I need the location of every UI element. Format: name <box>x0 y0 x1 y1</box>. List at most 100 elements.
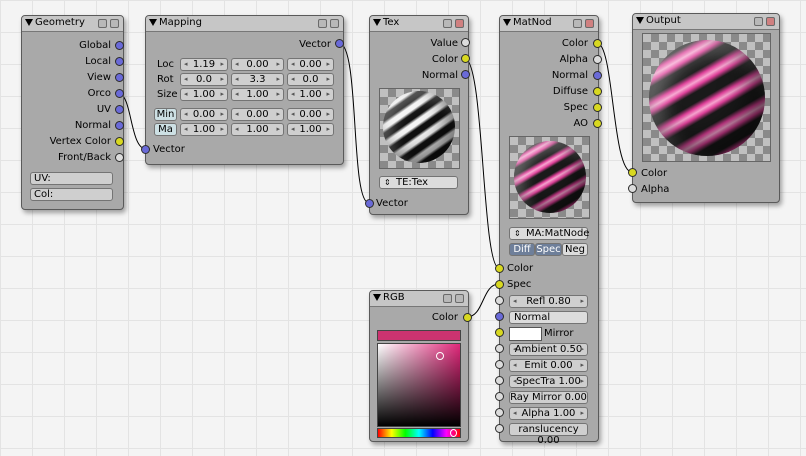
mat-diffuse-socket[interactable] <box>593 87 602 96</box>
preview-toggle-icon[interactable] <box>443 19 452 28</box>
min-toggle-button[interactable]: Min <box>154 108 177 121</box>
close-icon[interactable] <box>455 19 464 28</box>
tex-header[interactable]: Tex <box>370 16 468 32</box>
min-y-field[interactable]: ◂ 0.00 ▸ <box>231 108 284 121</box>
emit-field[interactable]: ◂ Emit 0.00 ▸ <box>509 359 588 372</box>
mirror-color-swatch[interactable] <box>509 327 542 341</box>
ambient-field[interactable]: ◂ Ambient 0.50 ▸ <box>509 343 588 356</box>
color-picker-cursor-icon[interactable] <box>436 352 444 360</box>
hide-icon[interactable] <box>330 19 339 28</box>
size-z-field[interactable]: ◂ 1.00 ▸ <box>287 88 334 101</box>
loc-x-field[interactable]: ◂ 1.19 ▸ <box>180 58 228 71</box>
tex-value-socket[interactable] <box>461 38 470 47</box>
mat-spec-socket[interactable] <box>593 103 602 112</box>
geometry-normal-socket[interactable] <box>115 121 124 130</box>
preview-toggle-icon[interactable] <box>318 19 327 28</box>
tex-normal-socket[interactable] <box>461 70 470 79</box>
neg-toggle[interactable]: Neg <box>562 243 588 256</box>
hide-icon[interactable] <box>455 294 464 303</box>
size-y-field[interactable]: ◂ 1.00 ▸ <box>231 88 284 101</box>
collapse-icon[interactable] <box>373 294 381 301</box>
mat-translucency-socket[interactable] <box>495 424 504 433</box>
collapse-icon[interactable] <box>636 17 644 24</box>
rot-z-field[interactable]: ◂ 0.0 ▸ <box>287 73 334 86</box>
mat-alpha-socket[interactable] <box>593 55 602 64</box>
mat-refl-socket[interactable] <box>495 296 504 305</box>
tex-node[interactable]: Tex Value Color Normal ⇕ TE:Tex Vector <box>369 15 469 215</box>
hide-icon[interactable] <box>110 19 119 28</box>
ray-mirror-field[interactable]: Ray Mirror 0.00 <box>509 391 588 404</box>
output-alpha-socket[interactable] <box>628 184 637 193</box>
geometry-orco-socket[interactable] <box>115 89 124 98</box>
preview-toggle-icon[interactable] <box>443 294 452 303</box>
min-x-field[interactable]: ◂ 0.00 ▸ <box>180 108 228 121</box>
close-icon[interactable] <box>585 19 594 28</box>
geometry-uv-socket[interactable] <box>115 105 124 114</box>
matnode-header[interactable]: MatNod <box>500 16 598 32</box>
collapse-icon[interactable] <box>503 19 511 26</box>
max-y-field[interactable]: ◂ 1.00 ▸ <box>231 123 284 136</box>
spectra-field[interactable]: ◂ SpecTra 1.00 ▸ <box>509 375 588 388</box>
spec-toggle[interactable]: Spec <box>535 243 562 256</box>
geometry-view-socket[interactable] <box>115 73 124 82</box>
output-header[interactable]: Output <box>633 14 779 30</box>
geometry-front-back-socket[interactable] <box>115 153 124 162</box>
max-x-field[interactable]: ◂ 1.00 ▸ <box>180 123 228 136</box>
max-toggle-button[interactable]: Ma <box>154 123 177 136</box>
mat-spec-input-socket[interactable] <box>495 280 504 289</box>
rgb-color-swatch[interactable] <box>377 330 461 341</box>
uv-layer-field[interactable]: UV: <box>30 172 113 185</box>
mapping-header[interactable]: Mapping <box>146 16 343 32</box>
collapse-icon[interactable] <box>373 19 381 26</box>
geometry-global-socket[interactable] <box>115 41 124 50</box>
size-x-field[interactable]: ◂ 1.00 ▸ <box>180 88 228 101</box>
mat-color-socket[interactable] <box>593 39 602 48</box>
mat-ambient-socket[interactable] <box>495 344 504 353</box>
alpha-field[interactable]: ◂ Alpha 1.00 ▸ <box>509 407 588 420</box>
geometry-node[interactable]: Geometry Global Local View Orco UV Norma… <box>21 15 124 210</box>
mat-alpha-input-socket[interactable] <box>495 408 504 417</box>
loc-y-field[interactable]: ◂ 0.00 ▸ <box>231 58 284 71</box>
rot-y-field[interactable]: ◂ 3.3 ▸ <box>231 73 284 86</box>
output-color-socket[interactable] <box>628 168 637 177</box>
loc-z-field[interactable]: ◂ 0.00 ▸ <box>287 58 334 71</box>
mat-normal-input-socket[interactable] <box>495 312 504 321</box>
texture-select[interactable]: ⇕ TE:Tex <box>379 176 458 189</box>
close-icon[interactable] <box>766 17 775 26</box>
rgb-color-socket[interactable] <box>463 313 472 322</box>
mapping-vector-input-socket[interactable] <box>141 145 150 154</box>
color-picker-square[interactable] <box>377 343 461 427</box>
mapping-vector-output-socket[interactable] <box>335 39 344 48</box>
hue-slider[interactable] <box>377 428 461 438</box>
rgb-node[interactable]: RGB Color <box>369 290 469 442</box>
normal-field[interactable]: Normal <box>509 311 588 324</box>
diff-toggle[interactable]: Diff <box>509 243 535 256</box>
rot-x-field[interactable]: ◂ 0.0 ▸ <box>180 73 228 86</box>
max-z-field[interactable]: ◂ 1.00 ▸ <box>287 123 334 136</box>
mat-mirror-socket[interactable] <box>495 328 504 337</box>
translucency-field[interactable]: ranslucency 0.00 <box>509 423 588 446</box>
output-node[interactable]: Output Color Alpha <box>632 13 780 203</box>
mat-normal-socket[interactable] <box>593 71 602 80</box>
hue-slider-handle[interactable] <box>450 429 457 437</box>
matnode-node[interactable]: MatNod Color Alpha Normal Diffuse Spec A… <box>499 15 599 446</box>
collapse-icon[interactable] <box>25 19 33 26</box>
mat-ao-socket[interactable] <box>593 119 602 128</box>
rgb-header[interactable]: RGB <box>370 291 468 307</box>
mat-spectra-socket[interactable] <box>495 376 504 385</box>
mat-color-input-socket[interactable] <box>495 264 504 273</box>
mat-emit-socket[interactable] <box>495 360 504 369</box>
geometry-local-socket[interactable] <box>115 57 124 66</box>
tex-color-socket[interactable] <box>461 54 470 63</box>
col-layer-field[interactable]: Col: <box>30 188 113 201</box>
material-select[interactable]: ⇕ MA:MatNode <box>509 227 589 240</box>
refl-field[interactable]: ◂ Refl 0.80 ▸ <box>509 295 588 308</box>
geometry-header[interactable]: Geometry <box>22 16 123 32</box>
preview-toggle-icon[interactable] <box>754 17 763 26</box>
geometry-vertex-color-socket[interactable] <box>115 137 124 146</box>
min-z-field[interactable]: ◂ 0.00 ▸ <box>287 108 334 121</box>
preview-toggle-icon[interactable] <box>573 19 582 28</box>
preview-toggle-icon[interactable] <box>98 19 107 28</box>
mat-raymirror-socket[interactable] <box>495 392 504 401</box>
mapping-node[interactable]: Mapping Vector Loc ◂ 1.19 ▸ ◂ 0.00 ▸ ◂ 0.00 ▸ … <box>145 15 344 165</box>
